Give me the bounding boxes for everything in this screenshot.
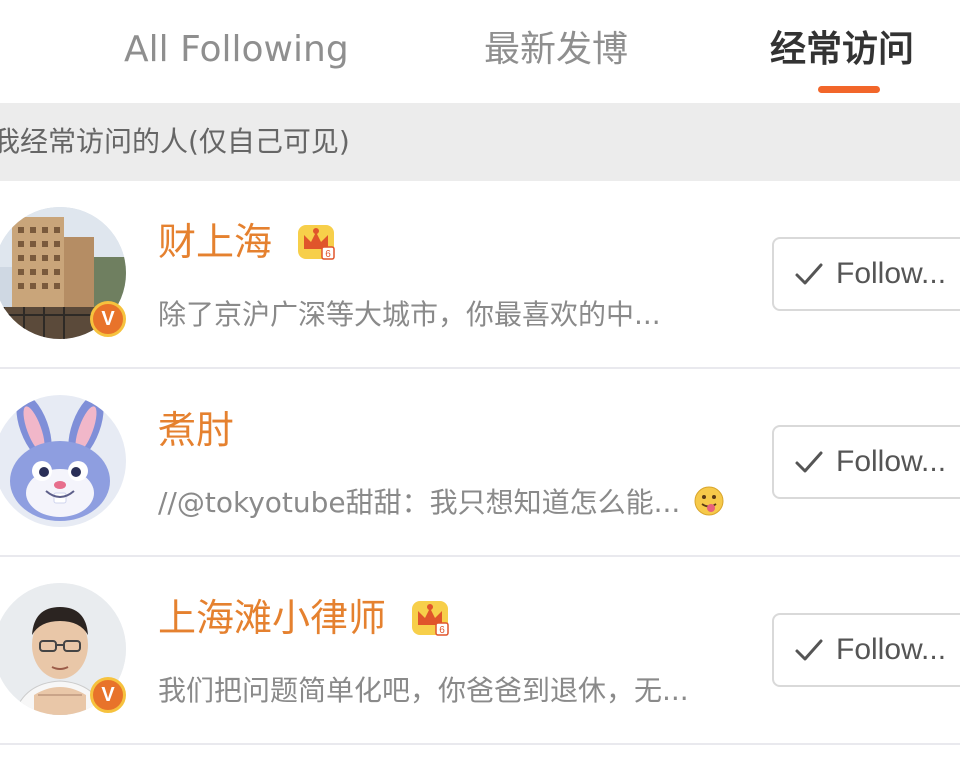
following-button[interactable]: Follow... <box>772 237 960 311</box>
following-button[interactable]: Follow... <box>772 613 960 687</box>
list-item[interactable]: V 财上海 6 除了京沪广深等大城市，你最喜欢的中... Follow... <box>0 181 960 369</box>
check-icon <box>795 639 823 661</box>
tab-all-following[interactable]: All Following <box>124 22 349 78</box>
svg-text:6: 6 <box>325 249 331 260</box>
tab-bar: All Following 最新发博 经常访问 <box>0 0 960 103</box>
avatar[interactable] <box>0 395 126 527</box>
check-icon <box>795 263 823 285</box>
verified-badge-icon: V <box>90 677 126 713</box>
frequent-visits-screen: All Following 最新发博 经常访问 我经常访问的人(仅自己可见) V… <box>0 0 960 764</box>
user-description: 除了京沪广深等大城市，你最喜欢的中... <box>158 298 661 331</box>
vip-crown-icon: 6 <box>298 224 335 260</box>
list-item[interactable]: V 上海滩小律师 6 我们把问题简单化吧，你爸爸到退休，无... Follow.… <box>0 557 960 745</box>
svg-text:6: 6 <box>439 625 445 636</box>
section-header: 我经常访问的人(仅自己可见) <box>0 103 960 182</box>
following-button-label: Follow... <box>836 445 947 478</box>
tongue-emoji-icon <box>694 486 724 516</box>
verified-badge-icon: V <box>90 301 126 337</box>
tab-frequent-visits[interactable]: 经常访问 <box>770 22 914 78</box>
user-name-text[interactable]: 财上海 <box>158 220 272 264</box>
user-name-text[interactable]: 煮肘 <box>158 408 234 452</box>
user-name-text[interactable]: 上海滩小律师 <box>158 596 386 640</box>
user-name[interactable]: 上海滩小律师 6 <box>158 593 452 643</box>
user-description: //@tokyotube甜甜：我只想知道怎么能... <box>158 483 725 523</box>
tab-latest-posts[interactable]: 最新发博 <box>484 22 628 78</box>
following-button[interactable]: Follow... <box>772 425 960 499</box>
vip-crown-icon: 6 <box>412 600 449 636</box>
user-description-text: //@tokyotube甜甜：我只想知道怎么能... <box>158 486 681 519</box>
user-list: V 财上海 6 除了京沪广深等大城市，你最喜欢的中... Follow... 煮… <box>0 181 960 745</box>
check-icon <box>795 451 823 473</box>
user-description: 我们把问题简单化吧，你爸爸到退休，无... <box>158 674 689 707</box>
user-name[interactable]: 财上海 6 <box>158 217 338 267</box>
active-tab-indicator <box>818 86 880 93</box>
following-button-label: Follow... <box>836 257 947 290</box>
list-item[interactable]: 煮肘 //@tokyotube甜甜：我只想知道怎么能... Follow... <box>0 369 960 557</box>
section-title: 我经常访问的人(仅自己可见) <box>0 125 350 158</box>
following-button-label: Follow... <box>836 633 947 666</box>
user-name[interactable]: 煮肘 <box>158 405 234 455</box>
